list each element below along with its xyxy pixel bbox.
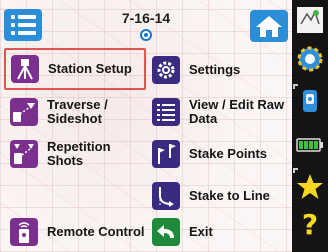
- station-setup-button[interactable]: Station Setup: [4, 48, 146, 90]
- exit-label: Exit: [189, 224, 213, 239]
- repetition-shots-label: Repetition Shots: [47, 139, 111, 168]
- stake-to-line-button[interactable]: Stake to Line: [152, 176, 288, 216]
- stake-points-flags-icon: [152, 140, 180, 168]
- gps-gear-icon: [297, 46, 323, 72]
- view-edit-raw-data-button[interactable]: View / Edit Raw Data: [152, 92, 292, 132]
- help-icon[interactable]: ?: [295, 210, 325, 240]
- remote-control-icon: [10, 218, 38, 246]
- station-setup-label: Station Setup: [48, 61, 132, 76]
- total-station-icon: [303, 90, 317, 112]
- current-date: 7-16-14: [121, 10, 171, 26]
- level-bubble-icon: [297, 7, 323, 33]
- traverse-label-line2: Sideshot: [47, 111, 102, 126]
- stake-to-line-label: Stake to Line: [189, 188, 270, 203]
- level-bubble-button[interactable]: [295, 4, 325, 34]
- stake-points-label: Stake Points: [189, 146, 268, 161]
- traverse-sideshot-button[interactable]: Traverse / Sideshot: [10, 92, 148, 132]
- battery-icon: [296, 138, 323, 152]
- menu-area: 7-16-14 Station Setup Settings Traverse …: [0, 0, 292, 252]
- exit-arrow-icon: [152, 218, 180, 246]
- view-edit-label-line1: View / Edit Raw: [189, 97, 285, 112]
- traverse-sideshot-label: Traverse / Sideshot: [47, 98, 108, 126]
- view-edit-label-line2: Data: [189, 111, 218, 126]
- main-menu-screen: 7-16-14 Station Setup Settings Traverse …: [0, 0, 328, 252]
- tripod-icon: [11, 55, 39, 83]
- gps-status-button[interactable]: [295, 44, 325, 74]
- page-indicator: [140, 29, 152, 41]
- remote-control-label: Remote Control: [47, 224, 145, 239]
- list-menu-button[interactable]: [4, 9, 42, 41]
- traverse-label-line1: Traverse /: [47, 97, 108, 112]
- favorites-button[interactable]: [295, 172, 325, 202]
- settings-gear-icon: [152, 56, 180, 84]
- repetition-shots-button[interactable]: Repetition Shots: [10, 134, 150, 174]
- home-button[interactable]: [250, 10, 288, 42]
- battery-status[interactable]: [295, 130, 325, 160]
- view-edit-raw-data-label: View / Edit Raw Data: [189, 98, 284, 126]
- raw-data-list-icon: [152, 98, 180, 126]
- home-icon: [256, 16, 282, 37]
- stake-points-button[interactable]: Stake Points: [152, 134, 288, 174]
- stake-to-line-icon: [152, 182, 180, 210]
- remote-control-button[interactable]: Remote Control: [10, 212, 150, 252]
- settings-label: Settings: [189, 62, 241, 77]
- favorites-star-icon: [297, 174, 323, 199]
- status-sidebar: ?: [292, 0, 328, 252]
- settings-button[interactable]: Settings: [152, 50, 288, 90]
- traverse-icon: [10, 98, 38, 126]
- exit-button[interactable]: Exit: [152, 212, 288, 252]
- instrument-status-button[interactable]: [295, 86, 325, 116]
- repetition-icon: [10, 140, 38, 168]
